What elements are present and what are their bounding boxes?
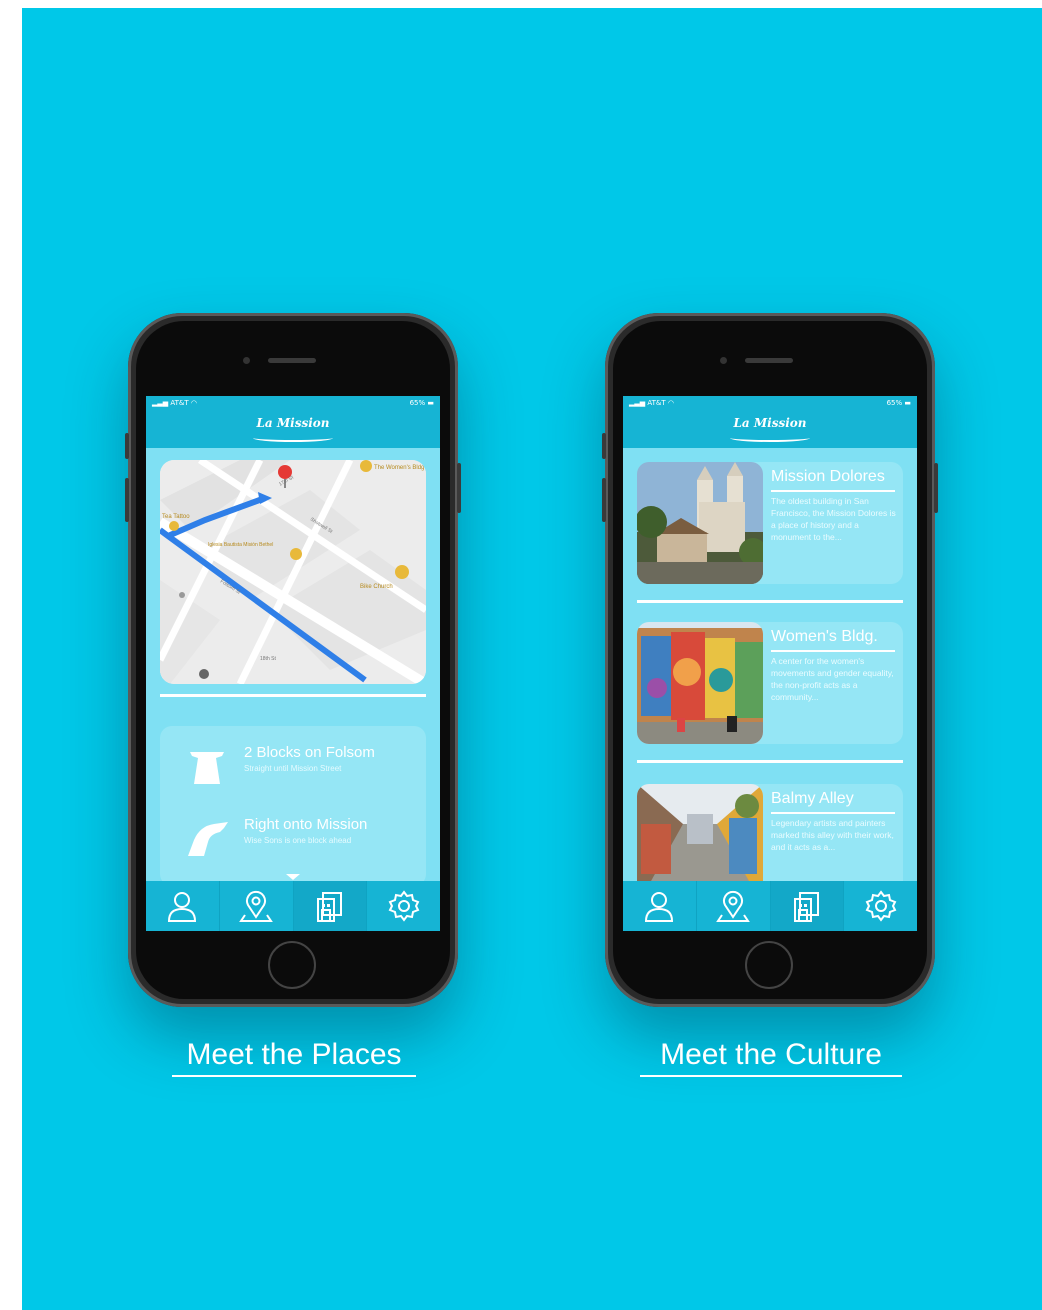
logo-swash xyxy=(730,434,810,442)
card-description: A center for the women's movements and g… xyxy=(771,656,894,702)
section-divider xyxy=(637,600,903,603)
phone-places: ▂▃▅ AT&T ◠ 65% ▬ La Mission The Women's … xyxy=(125,313,461,1007)
battery-label: 65% ▬ xyxy=(409,399,434,407)
caption-places: Meet the Places xyxy=(186,1038,402,1071)
phone-volume-button xyxy=(125,478,129,522)
directions-panel: 2 Blocks on Folsom Straight until Missio… xyxy=(160,726,426,886)
nav-places[interactable] xyxy=(220,881,294,931)
section-divider xyxy=(160,694,426,697)
settings-gear-icon xyxy=(865,890,897,922)
card-photo-womens-building xyxy=(637,622,763,744)
direction-subtitle: Wise Sons is one block ahead xyxy=(244,836,352,845)
culture-screen: ▂▃▅ AT&T ◠ 65% ▬ La Mission Mission Dolo… xyxy=(623,396,917,931)
phone-power-button xyxy=(934,463,938,513)
profile-icon xyxy=(645,892,674,922)
home-button[interactable] xyxy=(268,941,316,989)
places-screen: ▂▃▅ AT&T ◠ 65% ▬ La Mission The Women's … xyxy=(146,396,440,931)
direction-title: 2 Blocks on Folsom xyxy=(244,744,375,761)
map-label: Tea Tattoo xyxy=(162,514,190,520)
app-logo: La Mission xyxy=(733,416,807,430)
map-label: Bike Church xyxy=(360,584,393,590)
nav-settings[interactable] xyxy=(844,881,917,931)
expand-chevron-icon[interactable] xyxy=(286,874,300,880)
right-turn-arrow-icon xyxy=(188,822,228,856)
map-label: 18th St xyxy=(260,656,276,662)
app-logo: La Mission xyxy=(256,416,330,430)
section-divider xyxy=(637,760,903,763)
card-description: Legendary artists and painters marked th… xyxy=(771,818,894,852)
nav-profile[interactable] xyxy=(146,881,220,931)
direction-step[interactable]: 2 Blocks on Folsom Straight until Missio… xyxy=(160,740,426,790)
nav-culture[interactable] xyxy=(770,881,845,931)
status-bar: ▂▃▅ AT&T ◠ 65% ▬ xyxy=(146,396,440,410)
earpiece xyxy=(268,358,316,363)
phone-culture: ▂▃▅ AT&T ◠ 65% ▬ La Mission Mission Dolo… xyxy=(602,313,938,1007)
direction-step[interactable]: Right onto Mission Wise Sons is one bloc… xyxy=(160,812,426,862)
phone-mute-switch xyxy=(125,433,129,459)
status-bar: ▂▃▅ AT&T ◠ 65% ▬ xyxy=(623,396,917,410)
direction-title: Right onto Mission xyxy=(244,816,368,833)
earpiece xyxy=(745,358,793,363)
location-pin-icon xyxy=(716,890,750,922)
nav-places[interactable] xyxy=(697,881,771,931)
culture-card[interactable]: Women's Bldg. A center for the women's m… xyxy=(637,622,903,744)
caption-culture: Meet the Culture xyxy=(660,1038,882,1071)
app-header: La Mission xyxy=(146,410,440,448)
title-underline xyxy=(771,490,895,492)
phone-power-button xyxy=(457,463,461,513)
logo-swash xyxy=(253,434,333,442)
title-underline xyxy=(771,650,895,652)
home-button[interactable] xyxy=(745,941,793,989)
nav-settings[interactable] xyxy=(367,881,440,931)
culture-card[interactable]: Mission Dolores The oldest building in S… xyxy=(637,462,903,584)
card-title: Women's Bldg. xyxy=(771,628,878,645)
phone-volume-button xyxy=(602,478,606,522)
battery-label: 65% ▬ xyxy=(886,399,911,407)
map-label: The Women's Bldg xyxy=(374,465,424,471)
direction-subtitle: Straight until Mission Street xyxy=(244,764,342,773)
background-canvas: ▂▃▅ AT&T ◠ 65% ▬ La Mission The Women's … xyxy=(22,8,1042,1310)
location-pin-icon xyxy=(239,890,273,922)
route-map[interactable]: The Women's Bldg Tea Tattoo Iglesia Baut… xyxy=(160,460,426,684)
buildings-icon xyxy=(316,892,342,922)
front-camera xyxy=(720,357,727,364)
caption-underline xyxy=(640,1075,902,1077)
card-title: Mission Dolores xyxy=(771,468,885,485)
settings-gear-icon xyxy=(388,890,420,922)
card-title: Balmy Alley xyxy=(771,790,854,807)
carrier-label: ▂▃▅ AT&T ◠ xyxy=(629,399,674,407)
card-photo-mission-dolores xyxy=(637,462,763,584)
app-header: La Mission xyxy=(623,410,917,448)
straight-arrow-icon xyxy=(190,752,224,784)
buildings-icon xyxy=(793,892,819,922)
nav-profile[interactable] xyxy=(623,881,697,931)
map-label: Iglesia Bautista Misión Bethel xyxy=(208,542,273,548)
caption-underline xyxy=(172,1075,416,1077)
phone-mute-switch xyxy=(602,433,606,459)
front-camera xyxy=(243,357,250,364)
profile-icon xyxy=(168,892,197,922)
map-graphic[interactable]: The Women's Bldg Tea Tattoo Iglesia Baut… xyxy=(160,460,426,684)
title-underline xyxy=(771,812,895,814)
card-description: The oldest building in San Francisco, th… xyxy=(771,496,896,542)
nav-culture[interactable] xyxy=(293,881,368,931)
bottom-nav xyxy=(146,881,440,931)
carrier-label: ▂▃▅ AT&T ◠ xyxy=(152,399,197,407)
bottom-nav xyxy=(623,881,917,931)
